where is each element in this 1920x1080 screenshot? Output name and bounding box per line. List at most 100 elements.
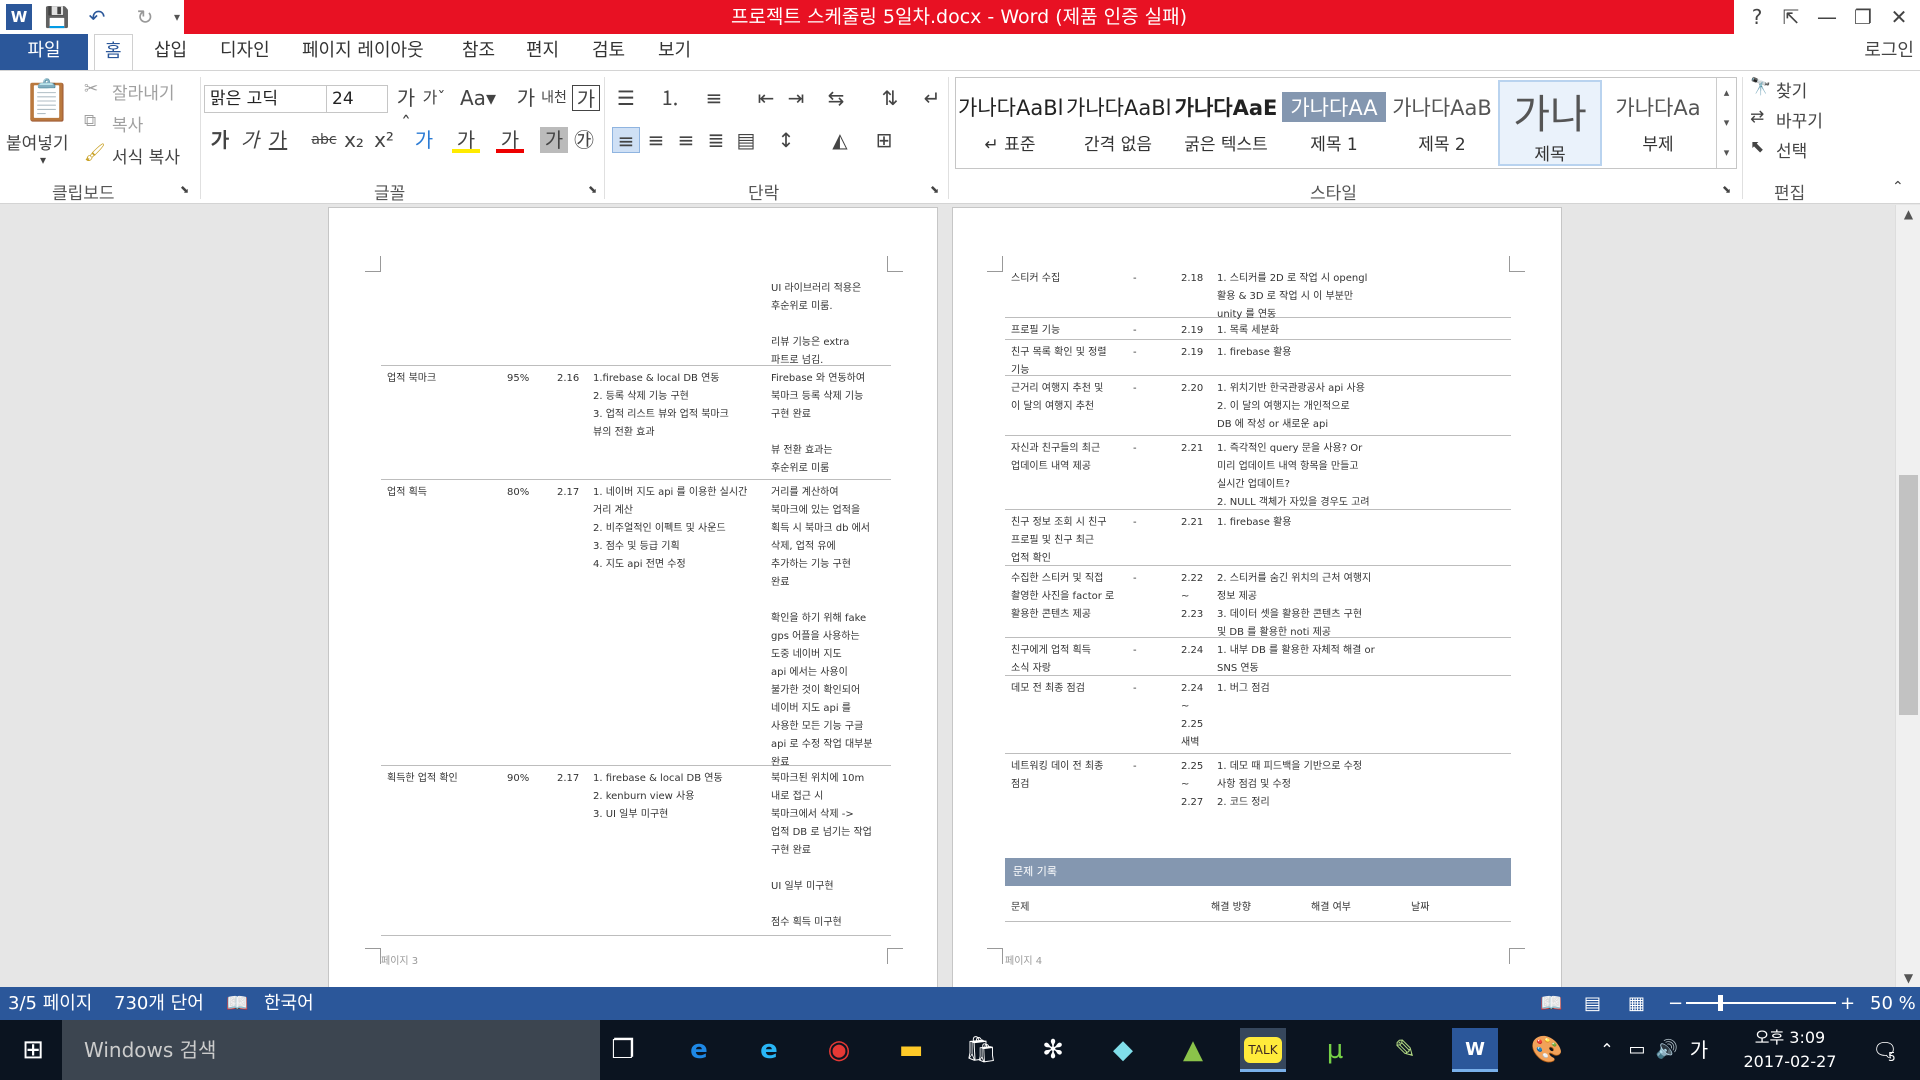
style-title[interactable]: 가나 제목 [1498, 80, 1602, 166]
taskbar-search[interactable]: Windows 검색 [62, 1020, 600, 1080]
paste-dropdown-icon[interactable]: ▾ [40, 153, 46, 167]
zoom-out-icon[interactable]: − [1668, 987, 1683, 1020]
grow-font-icon[interactable]: 가ˆ [392, 85, 420, 136]
tab-design[interactable]: 디자인 [210, 34, 280, 70]
char-shading-icon[interactable]: 가 [540, 127, 568, 153]
android-studio-icon[interactable]: ▲ [1170, 1028, 1216, 1072]
style-normal[interactable]: 가나다AaBl ↵ 표준 [958, 80, 1062, 166]
zoom-in-icon[interactable]: + [1840, 987, 1855, 1020]
clock[interactable]: 오후 3:09 2017-02-27 [1730, 1026, 1850, 1074]
sort-icon[interactable]: ⇅ [876, 85, 904, 111]
style-subtitle[interactable]: 가나다Aa 부제 [1606, 80, 1710, 166]
redo-icon[interactable]: ↻ [132, 4, 158, 30]
chrome-icon[interactable]: ◉ [816, 1028, 862, 1072]
task-view-icon[interactable]: ❐ [600, 1028, 646, 1072]
tab-mailings[interactable]: 편지 [516, 34, 569, 70]
app-icon[interactable]: ◆ [1100, 1028, 1146, 1072]
read-mode-icon[interactable]: 📖 [1540, 987, 1562, 1020]
bold-icon[interactable]: 가 [206, 127, 234, 153]
paste-button[interactable]: 붙여넣기 [6, 129, 69, 154]
italic-icon[interactable]: 가 [236, 127, 264, 153]
vertical-scrollbar[interactable]: ▲ ▼ [1895, 205, 1920, 987]
style-heading-2[interactable]: 가나다AaB 제목 2 [1390, 80, 1494, 166]
undo-icon[interactable]: ↶ [84, 4, 110, 30]
font-name-combo[interactable]: 맑은 고딕 [204, 85, 328, 113]
multilevel-list-icon[interactable]: ≡ [700, 85, 728, 111]
print-layout-icon[interactable]: ▤ [1584, 987, 1601, 1020]
tab-insert[interactable]: 삽입 [144, 34, 197, 70]
cut-button[interactable]: 잘라내기 [112, 79, 175, 104]
text-direction-icon[interactable]: ⇆ [822, 85, 850, 111]
find-button[interactable]: 찾기 [1776, 77, 1807, 102]
format-painter-button[interactable]: 서식 복사 [112, 143, 180, 168]
font-color-icon[interactable]: 가 [496, 127, 524, 153]
shrink-font-icon[interactable]: 가ˇ [420, 85, 448, 111]
store-icon[interactable]: 🛍 [958, 1028, 1004, 1072]
paint-icon[interactable]: 🎨 [1524, 1028, 1570, 1072]
tab-home[interactable]: 홈 [94, 34, 133, 70]
align-right-icon[interactable]: ≡ [672, 127, 700, 153]
char-border-icon[interactable]: 가 [572, 85, 600, 111]
login-link[interactable]: 로그인 [1864, 34, 1914, 70]
maximize-button[interactable]: ❐ [1846, 0, 1880, 34]
text-effects-icon[interactable]: 가 [410, 127, 438, 153]
copy-button[interactable]: 복사 [112, 111, 143, 136]
tab-review[interactable]: 검토 [582, 34, 635, 70]
word-app-icon[interactable]: W [6, 4, 32, 30]
word-count[interactable]: 730개 단어 [114, 987, 204, 1020]
style-heading-1[interactable]: 가나다AA 제목 1 [1282, 80, 1386, 166]
edge-icon[interactable]: e [676, 1028, 722, 1072]
scroll-up-icon[interactable]: ▲ [1896, 207, 1920, 221]
app-icon[interactable]: ✎ [1382, 1028, 1428, 1072]
font-size-combo[interactable]: 24 [326, 85, 388, 113]
save-icon[interactable]: 💾 [44, 4, 70, 30]
borders-icon[interactable]: ⊞ [870, 127, 898, 153]
bullets-icon[interactable]: ☰ [612, 85, 640, 111]
tab-file[interactable]: 파일 [0, 34, 88, 70]
enclose-char-icon[interactable]: ㉮ [570, 127, 598, 153]
start-icon[interactable]: ⊞ [10, 1028, 56, 1072]
collapse-ribbon-icon[interactable]: ⌃ [1892, 179, 1904, 195]
word-taskbar-icon[interactable]: W [1452, 1028, 1498, 1072]
change-case-icon[interactable]: Aa▾ [460, 85, 496, 111]
tab-references[interactable]: 참조 [452, 34, 505, 70]
align-left-icon[interactable]: ≡ [612, 127, 640, 153]
app-icon[interactable]: ✻ [1030, 1028, 1076, 1072]
highlight-icon[interactable]: 가 [452, 127, 480, 153]
internet-explorer-icon[interactable]: e [746, 1028, 792, 1072]
scroll-down-icon[interactable]: ▼ [1896, 971, 1920, 985]
replace-button[interactable]: 바꾸기 [1776, 107, 1823, 132]
select-button[interactable]: 선택 [1776, 137, 1807, 162]
underline-icon[interactable]: 가 [264, 127, 292, 153]
zoom-level[interactable]: 50 % [1870, 987, 1916, 1020]
page-count[interactable]: 3/5 페이지 [8, 987, 92, 1020]
notification-icon[interactable]: 🗨 [1862, 1028, 1908, 1072]
web-layout-icon[interactable]: ▦ [1628, 987, 1645, 1020]
language-indicator[interactable]: 한국어 [264, 987, 314, 1020]
utorrent-icon[interactable]: µ [1312, 1028, 1358, 1072]
proofing-icon[interactable]: 📖 [226, 987, 248, 1020]
clear-format-icon[interactable]: 가 [512, 85, 540, 111]
subscript-icon[interactable]: x₂ [340, 127, 368, 153]
superscript-icon[interactable]: x² [370, 127, 398, 153]
show-marks-icon[interactable]: ↵ [918, 85, 946, 111]
ribbon-display-button[interactable]: ⇱ [1774, 0, 1808, 34]
zoom-thumb[interactable] [1718, 995, 1723, 1011]
paste-icon[interactable]: 📋 [22, 77, 72, 124]
increase-indent-icon[interactable]: ⇥ [782, 85, 810, 111]
gallery-scroll[interactable]: ▴ ▾ ▾ [1716, 78, 1736, 168]
kakaotalk-icon[interactable]: TALK [1240, 1028, 1286, 1072]
ime-indicator[interactable]: 가 [1676, 1028, 1722, 1072]
shading-icon[interactable]: ◭ [826, 127, 854, 153]
style-strong[interactable]: 가나다AaE 굵은 텍스트 [1174, 80, 1278, 166]
font-launcher-icon[interactable]: ⬊ [588, 183, 597, 196]
tab-view[interactable]: 보기 [648, 34, 701, 70]
style-no-spacing[interactable]: 가나다AaBl 간격 없음 [1066, 80, 1170, 166]
minimize-button[interactable]: — [1810, 0, 1844, 34]
align-center-icon[interactable]: ≡ [642, 127, 670, 153]
decrease-indent-icon[interactable]: ⇤ [752, 85, 780, 111]
numbering-icon[interactable]: ⒈ [656, 85, 684, 111]
close-button[interactable]: ✕ [1882, 0, 1916, 34]
zoom-slider[interactable] [1686, 1002, 1836, 1004]
file-explorer-icon[interactable]: ▬ [888, 1028, 934, 1072]
